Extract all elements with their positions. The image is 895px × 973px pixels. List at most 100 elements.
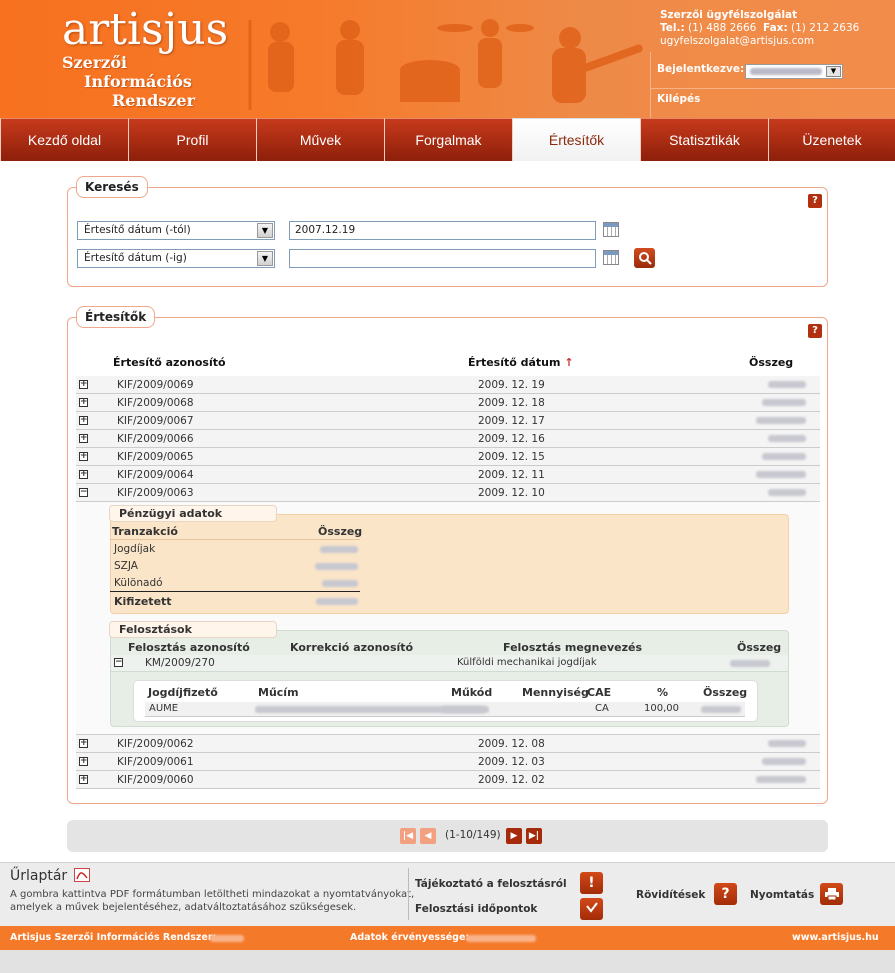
tel-number: (1) 488 2666 bbox=[688, 22, 757, 34]
detail-col-amount: Összeg bbox=[703, 686, 748, 699]
print-link[interactable]: Nyomtatás bbox=[750, 889, 814, 901]
logout-link[interactable]: Kilépés bbox=[657, 93, 700, 105]
shortcuts-help-icon[interactable]: ? bbox=[714, 883, 737, 905]
amount-redacted bbox=[322, 580, 358, 587]
amount-redacted bbox=[756, 417, 806, 424]
notice-row[interactable]: + KIF/2009/0062 2009. 12. 08 bbox=[76, 735, 820, 753]
collapse-icon[interactable]: − bbox=[79, 488, 88, 497]
distribution-name: Külföldi mechanikai jogdíjak bbox=[457, 657, 597, 668]
notice-row[interactable]: + KIF/2009/0064 2009. 12. 11 bbox=[76, 466, 820, 484]
notice-row[interactable]: + KIF/2009/0066 2009. 12. 16 bbox=[76, 430, 820, 448]
expand-icon[interactable]: + bbox=[79, 775, 88, 784]
search-icon bbox=[638, 252, 652, 265]
notice-date: 2009. 12. 18 bbox=[478, 397, 545, 409]
printer-icon[interactable] bbox=[820, 883, 843, 905]
check-icon[interactable] bbox=[580, 898, 603, 920]
to-date-type-select[interactable]: Értesítő dátum (-ig) ▼ bbox=[77, 249, 275, 268]
notice-row[interactable]: + KIF/2009/0061 2009. 12. 03 bbox=[76, 753, 820, 771]
notice-id[interactable]: KIF/2009/0066 bbox=[117, 433, 194, 445]
tab-profile[interactable]: Profil bbox=[128, 118, 256, 161]
notice-id[interactable]: KIF/2009/0063 bbox=[117, 487, 194, 499]
notice-id[interactable]: KIF/2009/0067 bbox=[117, 415, 194, 427]
notice-id[interactable]: KIF/2009/0065 bbox=[117, 451, 194, 463]
next-page-button[interactable]: ▶ bbox=[506, 828, 522, 844]
system-label: Artisjus Szerzői Információs Rendszer: bbox=[10, 932, 217, 943]
tab-traffic[interactable]: Forgalmak bbox=[384, 118, 512, 161]
notice-row[interactable]: − KIF/2009/0063 2009. 12. 10 bbox=[76, 484, 820, 502]
last-page-button[interactable]: ▶| bbox=[526, 828, 542, 844]
expand-icon[interactable]: + bbox=[79, 416, 88, 425]
notice-row[interactable]: + KIF/2009/0067 2009. 12. 17 bbox=[76, 412, 820, 430]
distribution-dates-link[interactable]: Felosztási időpontok bbox=[415, 903, 537, 915]
collapse-icon[interactable]: − bbox=[114, 658, 123, 667]
tab-home[interactable]: Kezdő oldal bbox=[0, 118, 128, 161]
chevron-down-icon[interactable]: ▼ bbox=[257, 251, 273, 266]
shortcuts-link[interactable]: Rövidítések bbox=[636, 889, 705, 901]
tab-notices[interactable]: Értesítők bbox=[512, 118, 640, 161]
previous-page-button[interactable]: ◀ bbox=[420, 828, 436, 844]
from-date-type-select[interactable]: Értesítő dátum (-tól) ▼ bbox=[77, 221, 275, 240]
notice-id[interactable]: KIF/2009/0062 bbox=[117, 738, 194, 750]
amount-redacted bbox=[762, 758, 806, 765]
col-header-amount[interactable]: Összeg bbox=[749, 356, 793, 369]
fin-item-tax: SZJA bbox=[114, 560, 138, 572]
amount-redacted bbox=[315, 563, 358, 570]
chevron-down-icon[interactable]: ▼ bbox=[826, 66, 841, 77]
login-area: Bejelentkezve: ▼ Kilépés bbox=[650, 52, 895, 118]
from-select-label: Értesítő dátum (-tól) bbox=[84, 224, 191, 236]
band-silhouette-image bbox=[248, 19, 643, 110]
work-code-redacted bbox=[441, 706, 489, 713]
expand-icon[interactable]: + bbox=[79, 757, 88, 766]
amount-redacted bbox=[762, 399, 806, 406]
user-name-redacted bbox=[750, 68, 822, 75]
support-contact: Szerzői ügyfélszolgálat Tel.: (1) 488 26… bbox=[660, 9, 859, 48]
amount-redacted bbox=[701, 706, 741, 713]
distribution-id: KM/2009/270 bbox=[145, 657, 215, 669]
header: artisjus Szerzői Információs Rendszer Sz… bbox=[0, 0, 895, 118]
expand-icon[interactable]: + bbox=[79, 470, 88, 479]
col-header-date[interactable]: Értesítő dátum ↑ bbox=[468, 356, 574, 369]
notice-id[interactable]: KIF/2009/0069 bbox=[117, 379, 194, 391]
search-button[interactable] bbox=[634, 248, 655, 268]
col-header-id[interactable]: Értesítő azonosító bbox=[113, 356, 226, 369]
user-select[interactable]: ▼ bbox=[745, 64, 843, 79]
validity-label: Adatok érvényessége: bbox=[350, 932, 470, 943]
expand-icon[interactable]: + bbox=[79, 398, 88, 407]
calendar-icon[interactable] bbox=[603, 222, 619, 237]
notice-row[interactable]: + KIF/2009/0065 2009. 12. 15 bbox=[76, 448, 820, 466]
distribution-info-link[interactable]: Tájékoztató a felosztásról bbox=[415, 878, 567, 890]
notice-id[interactable]: KIF/2009/0061 bbox=[117, 756, 194, 768]
expand-icon[interactable]: + bbox=[79, 380, 88, 389]
to-date-input[interactable] bbox=[289, 249, 596, 268]
help-icon[interactable]: ? bbox=[808, 194, 822, 208]
notice-id[interactable]: KIF/2009/0068 bbox=[117, 397, 194, 409]
tab-statistics[interactable]: Statisztikák bbox=[640, 118, 768, 161]
first-page-button[interactable]: |◀ bbox=[400, 828, 416, 844]
financial-legend: Pénzügyi adatok bbox=[109, 505, 277, 522]
calendar-icon[interactable] bbox=[603, 250, 619, 265]
support-email[interactable]: ugyfelszolgalat@artisjus.com bbox=[660, 35, 859, 48]
notice-row[interactable]: + KIF/2009/0068 2009. 12. 18 bbox=[76, 394, 820, 412]
help-icon[interactable]: ? bbox=[808, 324, 822, 338]
fax-number: (1) 212 2636 bbox=[791, 22, 860, 34]
tab-works[interactable]: Művek bbox=[256, 118, 384, 161]
expand-icon[interactable]: + bbox=[79, 452, 88, 461]
pdf-icon[interactable] bbox=[74, 868, 90, 882]
notice-id[interactable]: KIF/2009/0060 bbox=[117, 774, 194, 786]
info-exclamation-icon[interactable]: ! bbox=[580, 872, 603, 894]
detail-col-title: Műcím bbox=[258, 686, 299, 699]
distribution-row[interactable]: − KM/2009/270 Külföldi mechanikai jogdíj… bbox=[111, 655, 788, 672]
from-date-input[interactable]: 2007.12.19 bbox=[289, 221, 596, 240]
notice-id[interactable]: KIF/2009/0064 bbox=[117, 469, 194, 481]
notice-date: 2009. 12. 02 bbox=[478, 774, 545, 786]
expand-icon[interactable]: + bbox=[79, 739, 88, 748]
website-link[interactable]: www.artisjus.hu bbox=[792, 932, 879, 943]
chevron-down-icon[interactable]: ▼ bbox=[257, 223, 273, 238]
col-header-date-label: Értesítő dátum bbox=[468, 356, 561, 369]
expand-icon[interactable]: + bbox=[79, 434, 88, 443]
notice-row[interactable]: + KIF/2009/0060 2009. 12. 02 bbox=[76, 771, 820, 789]
notice-row[interactable]: + KIF/2009/0069 2009. 12. 19 bbox=[76, 376, 820, 394]
to-select-label: Értesítő dátum (-ig) bbox=[84, 252, 187, 264]
system-value-redacted bbox=[210, 935, 244, 942]
tab-messages[interactable]: Üzenetek bbox=[768, 118, 895, 161]
